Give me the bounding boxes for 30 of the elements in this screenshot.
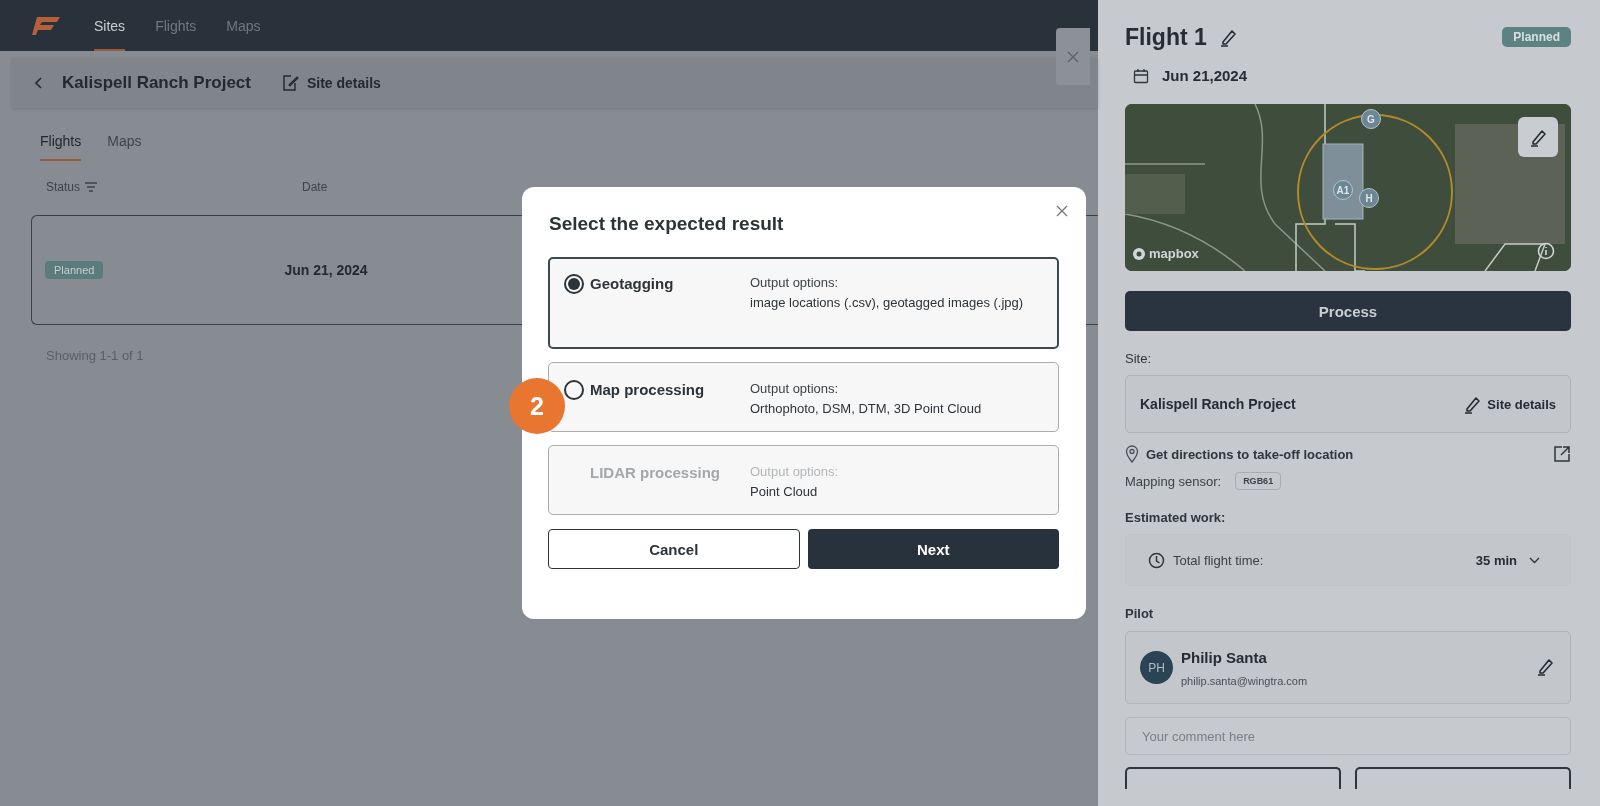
output-label: Output options:: [750, 274, 840, 292]
output-list: Orthophoto, DSM, DTM, 3D Point Cloud: [750, 399, 1038, 419]
site-name: Kalispell Ranch Project: [1140, 396, 1296, 412]
avatar: PH: [1140, 651, 1173, 684]
table-cell: Jun 21, 2024: [284, 262, 368, 278]
sensor-tag: RGB61: [1235, 472, 1282, 490]
status-badge: Planned: [45, 261, 104, 279]
time-label: Total flight time:: [1173, 552, 1264, 568]
site-title: Kalispell Ranch Project: [62, 73, 251, 93]
flight-date: Jun 21,2024: [1162, 67, 1248, 84]
option-title: Map processing: [590, 380, 706, 400]
section-label: Pilot: [1125, 606, 1155, 621]
column-header: Status: [46, 180, 81, 194]
section-label: Estimated work:: [1125, 510, 1227, 525]
output-label: Output options:: [750, 463, 840, 481]
option-title: LIDAR processing: [590, 463, 722, 483]
dialog-title: Select the expected result: [549, 213, 785, 235]
option-title: Geotagging: [590, 274, 675, 294]
flight-title: Flight 1: [1125, 23, 1207, 51]
step-marker: 2: [509, 378, 565, 434]
pilot-email: philip.santa@wingtra.com: [1181, 674, 1308, 687]
section-label: Site:: [1125, 351, 1152, 366]
map-attribution: mapbox: [1132, 246, 1199, 261]
status-badge: Planned: [1502, 27, 1571, 47]
sensor-label: Mapping sensor:: [1125, 473, 1222, 489]
column-header: Date: [302, 180, 328, 194]
pilot-name: Philip Santa: [1181, 648, 1268, 666]
output-list: Point Cloud: [750, 482, 1038, 502]
output-label: Output options:: [750, 380, 840, 398]
output-list: image locations (.csv), geotagged images (.jpg): [750, 293, 1039, 313]
